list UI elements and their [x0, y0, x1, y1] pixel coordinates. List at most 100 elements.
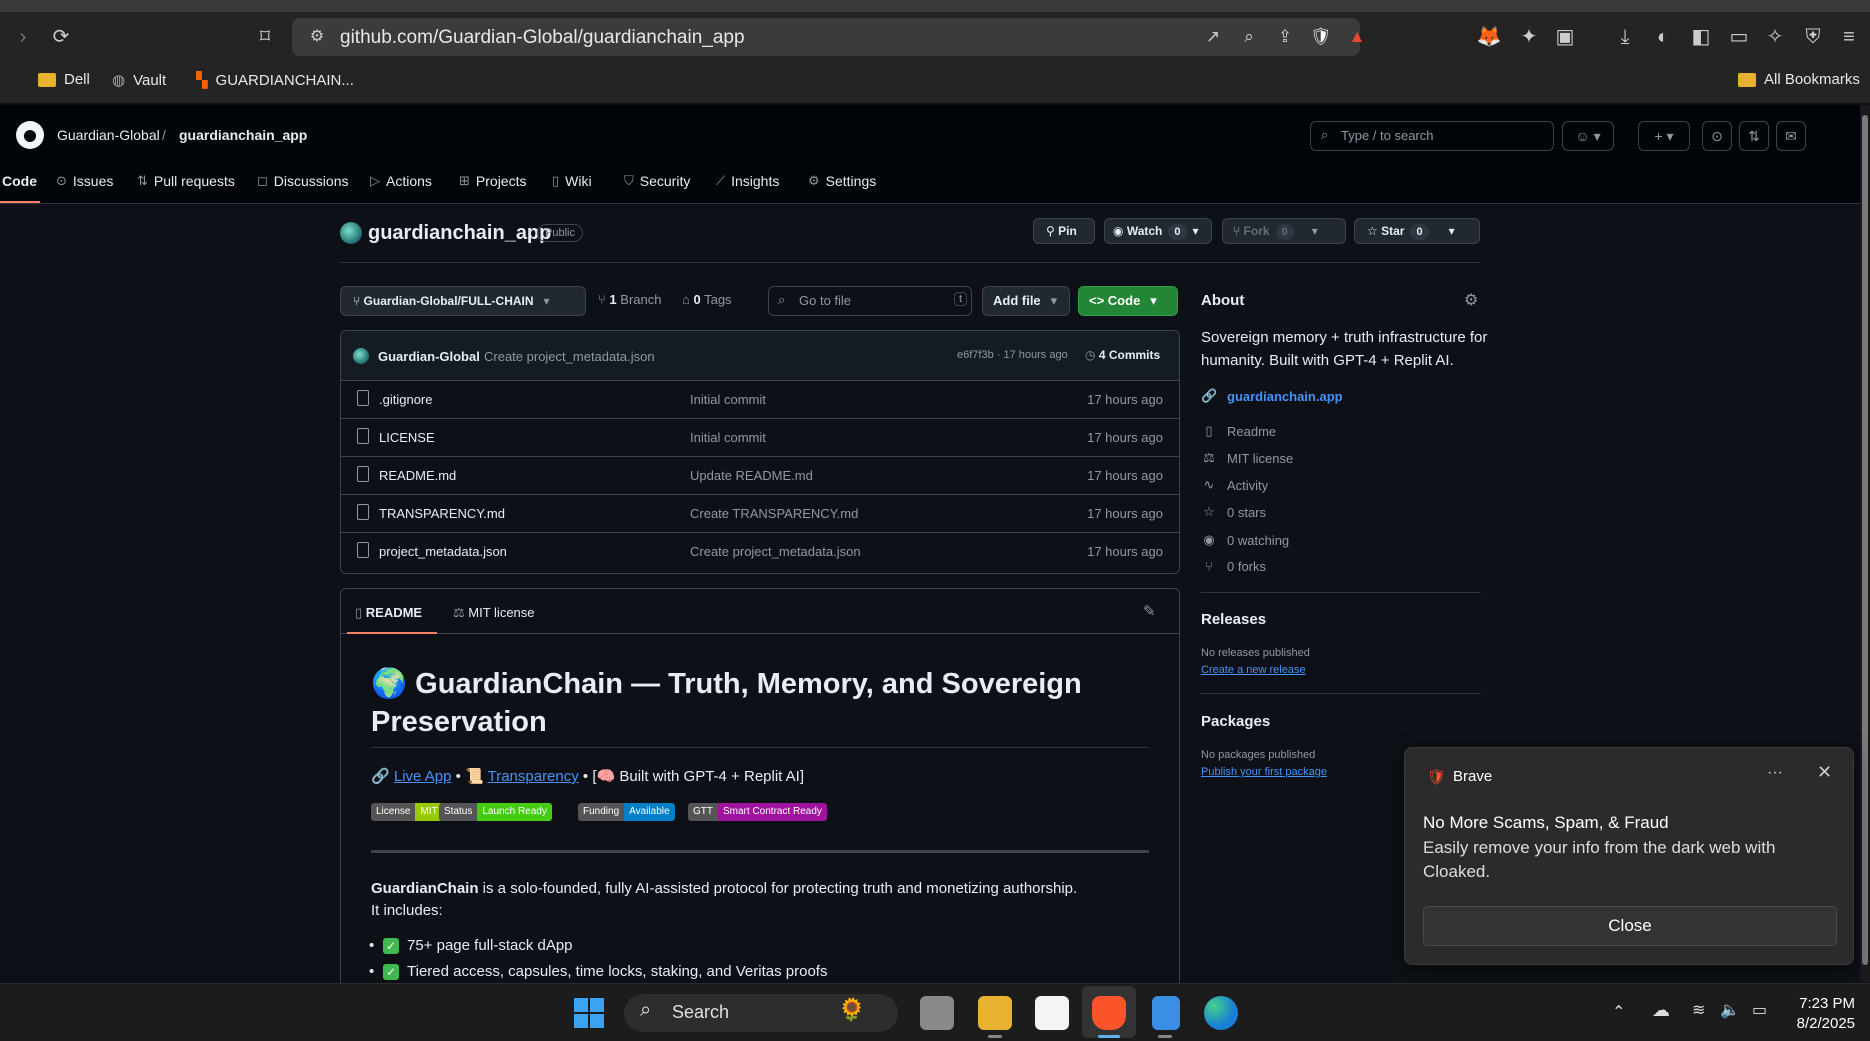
watch-button[interactable]: ◉ Watch 0 ▾ — [1104, 218, 1212, 244]
file-name[interactable]: .gitignore — [379, 392, 432, 407]
commits-link[interactable]: ◷ 4 Commits — [1085, 348, 1160, 362]
url-text[interactable]: github.com/Guardian-Global/guardianchain… — [340, 27, 745, 49]
code-button[interactable]: <> Code ▾ — [1078, 286, 1178, 316]
battery-icon[interactable]: ▭ — [1752, 1000, 1767, 1020]
tab-actions[interactable]: ▷ Actions — [370, 173, 432, 189]
wallet-icon[interactable]: ▭ — [1726, 24, 1752, 50]
bookmark-guardianchain[interactable]: ▚ GUARDIANCHAIN... — [196, 71, 354, 90]
notepad-icon[interactable] — [1152, 996, 1180, 1030]
tab-readme[interactable]: ▯ README — [355, 605, 422, 621]
transparency-link[interactable]: Transparency — [488, 768, 579, 785]
table-row[interactable]: README.md Update README.md 17 hours ago — [341, 457, 1179, 495]
all-bookmarks[interactable]: All Bookmarks — [1738, 71, 1860, 88]
issues-button[interactable]: ⊙ — [1702, 121, 1732, 151]
toast-close-button[interactable]: Close — [1423, 906, 1837, 946]
sidebar-icon[interactable]: ◧ — [1688, 24, 1714, 50]
file-commit-message[interactable]: Create TRANSPARENCY.md — [690, 506, 858, 521]
windows-start-icon[interactable] — [574, 998, 604, 1028]
commit-hash-time[interactable]: e6f7f3b · 17 hours ago — [957, 349, 1068, 361]
brave-taskbar-icon[interactable] — [1092, 996, 1126, 1030]
tab-security[interactable]: ⛉ Security — [624, 173, 690, 189]
tab-projects[interactable]: ⊞ Projects — [459, 173, 526, 189]
inbox-button[interactable]: ✉ — [1776, 121, 1806, 151]
address-bar[interactable]: ⚙ github.com/Guardian-Global/guardiancha… — [292, 18, 1365, 56]
license-link[interactable]: ⚖ MIT license — [1201, 450, 1293, 466]
fork-button[interactable]: ⑂ Fork 0 ▾ — [1222, 218, 1346, 244]
table-row[interactable]: project_metadata.json Create project_meta… — [341, 533, 1179, 571]
task-view-icon[interactable] — [920, 996, 954, 1030]
watching-link[interactable]: ◉ 0 watching — [1201, 532, 1289, 548]
tab-pull-requests[interactable]: ⇅ Pull requests — [137, 173, 235, 189]
all-bookmarks-label[interactable]: All Bookmarks — [1764, 71, 1860, 88]
file-commit-message[interactable]: Initial commit — [690, 430, 766, 445]
create-new-button[interactable]: + ▾ — [1638, 121, 1690, 151]
pin-button[interactable]: ⚲ Pin — [1033, 218, 1095, 244]
open-external-icon[interactable]: ↗ — [1200, 24, 1226, 50]
brave-shields-icon[interactable]: 🛡 — [1308, 24, 1334, 50]
file-name[interactable]: TRANSPARENCY.md — [379, 506, 505, 521]
file-commit-message[interactable]: Update README.md — [690, 468, 813, 483]
ai-icon[interactable]: ✧ — [1762, 24, 1788, 50]
system-clock[interactable]: 7:23 PM 8/2/2025 — [1775, 994, 1855, 1034]
bookmark-label[interactable]: Vault — [133, 72, 166, 89]
wifi-icon[interactable]: ≋ — [1692, 1000, 1705, 1020]
vpn-icon[interactable]: ⛨ — [1800, 24, 1826, 50]
menu-icon[interactable]: ≡ — [1836, 24, 1862, 50]
branch-selector[interactable]: ⑂ Guardian-Global/FULL-CHAIN ▾ — [340, 286, 586, 316]
go-to-file-input[interactable]: ⌕ Go to file t — [768, 286, 972, 316]
leo-icon[interactable]: ◐ — [1650, 24, 1676, 50]
funding-badge[interactable]: Funding Available — [578, 803, 675, 821]
tab-code[interactable]: Code — [2, 173, 37, 189]
repo-title[interactable]: guardianchain_app — [368, 222, 551, 245]
scroll-thumb[interactable] — [1862, 115, 1868, 965]
edit-pencil-icon[interactable]: ✎ — [1143, 602, 1156, 620]
extensions-icon[interactable]: ✦ — [1516, 24, 1542, 50]
bookmark-dell[interactable]: Dell — [38, 71, 90, 88]
bookmark-vault[interactable]: ◍ Vault — [112, 71, 166, 90]
table-row[interactable]: LICENSE Initial commit 17 hours ago — [341, 419, 1179, 457]
taskbar-search[interactable]: ⌕ Search 🌻 — [624, 994, 898, 1032]
tab-settings[interactable]: ⚙ Settings — [808, 173, 876, 189]
tab-wiki[interactable]: ▯ Wiki — [552, 173, 592, 189]
reload-icon[interactable]: ⟳ — [48, 24, 74, 50]
packages-heading[interactable]: Packages — [1201, 713, 1270, 730]
close-icon[interactable]: ✕ — [1817, 762, 1832, 783]
commit-author[interactable]: Guardian-Global — [378, 349, 480, 364]
tab-issues[interactable]: ⊙ Issues — [56, 173, 113, 189]
forks-link[interactable]: ⑂ 0 forks — [1201, 559, 1266, 574]
status-badge[interactable]: Status Launch Ready — [439, 803, 552, 821]
pull-requests-button[interactable]: ⇅ — [1739, 121, 1769, 151]
gtt-badge[interactable]: GTT Smart Contract Ready — [688, 803, 827, 821]
create-release-link[interactable]: Create a new release — [1201, 664, 1306, 676]
file-commit-message[interactable]: Create project_metadata.json — [690, 544, 861, 559]
github-logo-icon[interactable] — [16, 121, 44, 149]
add-file-button[interactable]: Add file ▾ — [982, 286, 1070, 316]
stars-link[interactable]: ☆ 0 stars — [1201, 504, 1266, 520]
file-explorer-icon[interactable] — [978, 996, 1012, 1030]
gear-icon[interactable]: ⚙ — [1464, 290, 1478, 310]
website-link[interactable]: 🔗 guardianchain.app — [1201, 388, 1343, 404]
volume-icon[interactable]: 🔈 — [1720, 1000, 1740, 1020]
zoom-icon[interactable]: ⌕ — [1236, 24, 1262, 50]
tab-discussions[interactable]: ◻ Discussions — [257, 173, 349, 189]
more-options-icon[interactable]: ··· — [1767, 764, 1783, 782]
microsoft-store-icon[interactable] — [1035, 996, 1069, 1030]
avatar[interactable] — [1814, 121, 1844, 151]
breadcrumb-repo[interactable]: guardianchain_app — [179, 127, 307, 143]
activity-link[interactable]: ∿ Activity — [1201, 477, 1269, 493]
onedrive-icon[interactable]: ☁ — [1652, 1000, 1670, 1021]
bookmark-page-icon[interactable]: ⌑ — [252, 24, 278, 50]
edge-icon[interactable] — [1204, 996, 1238, 1030]
copilot-button[interactable]: ☺ ▾ — [1562, 121, 1614, 151]
file-name[interactable]: project_metadata.json — [379, 544, 507, 559]
table-row[interactable]: .gitignore Initial commit 17 hours ago — [341, 381, 1179, 419]
bookmark-label[interactable]: GUARDIANCHAIN... — [216, 72, 354, 89]
brave-rewards-icon[interactable]: ▲ — [1344, 24, 1370, 50]
search-input[interactable]: ⌕ Type / to search — [1310, 121, 1554, 151]
tab-license[interactable]: ⚖ MIT license — [453, 605, 535, 621]
commit-message[interactable]: Create project_metadata.json — [484, 349, 655, 364]
file-name[interactable]: LICENSE — [379, 430, 435, 445]
star-button[interactable]: ☆ Star 0 ▾ — [1354, 218, 1480, 244]
download-icon[interactable]: ⤓ — [1612, 24, 1638, 50]
table-row[interactable]: TRANSPARENCY.md Create TRANSPARENCY.md 17 … — [341, 495, 1179, 533]
